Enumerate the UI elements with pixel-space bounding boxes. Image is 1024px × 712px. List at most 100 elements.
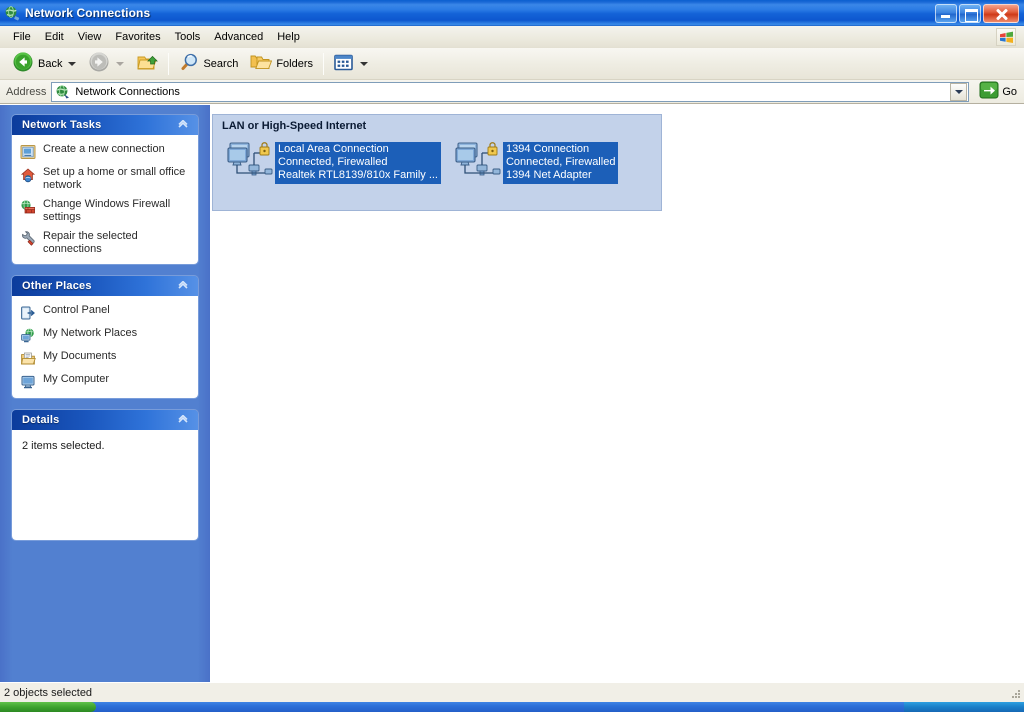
go-button[interactable]: Go [975,81,1021,103]
chevron-down-icon [116,61,125,66]
connection-status: Connected, Firewalled [505,156,616,168]
system-tray[interactable] [904,702,1024,712]
connection-item-local-area-connection[interactable]: Local Area Connection Connected, Firewal… [227,138,441,184]
file-list-view[interactable]: LAN or High-Speed Internet Local Area Co… [210,105,1024,682]
panel-other-places: Other Places Control Panel My Network Pl… [12,276,198,398]
sidebar-item-create-new-connection[interactable]: Create a new connection [20,143,192,160]
connection-label-block: Local Area Connection Connected, Firewal… [275,142,441,184]
menu-item-favorites[interactable]: Favorites [108,29,167,45]
sidebar-item-label: My Documents [43,350,117,362]
sidebar-item-my-documents[interactable]: My Documents [20,350,192,367]
resize-grip[interactable] [1008,686,1022,700]
firewall-icon [20,199,36,215]
connection-status: Connected, Firewalled [278,156,388,168]
sidebar-item-label: Change Windows Firewall settings [43,198,171,223]
menu-item-file[interactable]: File [6,29,38,45]
back-label: Back [38,57,63,70]
chevron-up-icon[interactable] [176,279,190,293]
forward-button[interactable] [82,51,130,77]
sidebar: Network Tasks Create a new connection Se… [0,105,210,682]
menu-bar: File Edit View Favorites Tools Advanced … [0,26,1024,48]
sidebar-item-my-computer[interactable]: My Computer [20,373,192,390]
panel-network-tasks: Network Tasks Create a new connection Se… [12,115,198,264]
chevron-down-icon[interactable] [68,61,77,66]
window-title: Network Connections [25,6,151,20]
network-globe-icon [4,5,20,21]
close-button[interactable] [983,3,1019,23]
home-network-icon [20,167,36,183]
address-label: Address [6,85,47,98]
panel-title: Other Places [22,280,92,292]
start-button[interactable] [0,702,96,712]
up-folder-icon [136,52,159,75]
sidebar-item-label: Create a new connection [43,143,165,155]
back-arrow-icon [12,51,34,76]
connection-name: Local Area Connection [278,143,389,155]
sidebar-item-repair-connections[interactable]: Repair the selected connections [20,230,192,256]
connection-group-lan: LAN or High-Speed Internet Local Area Co… [212,114,662,211]
network-connection-icon [455,139,501,183]
chevron-up-icon[interactable] [176,118,190,132]
my-documents-icon [20,351,36,367]
folders-button[interactable]: Folders [244,51,319,77]
status-text: 2 objects selected [4,686,93,699]
panel-title: Details [22,414,60,426]
back-button[interactable]: Back [6,51,82,77]
details-text: 2 items selected. [22,440,105,452]
menu-item-tools[interactable]: Tools [168,29,208,45]
panel-details-header[interactable]: Details [12,410,198,430]
panel-network-tasks-header[interactable]: Network Tasks [12,115,198,135]
up-button[interactable] [130,51,164,77]
connection-device: 1394 Net Adapter [505,169,592,181]
connection-name: 1394 Connection [505,143,590,155]
control-panel-icon [20,305,36,321]
panel-details-body: 2 items selected. [12,430,198,540]
connection-items: Local Area Connection Connected, Firewal… [213,138,661,210]
menu-item-edit[interactable]: Edit [38,29,71,45]
sidebar-item-control-panel[interactable]: Control Panel [20,304,192,321]
my-network-places-icon [20,328,36,344]
chevron-down-icon[interactable] [360,61,369,66]
sidebar-item-label: Repair the selected connections [43,230,138,255]
panel-title: Network Tasks [22,119,102,131]
address-bar: Address Network Connections Go [0,80,1024,104]
connection-label-block: 1394 Connection Connected, Firewalled 13… [502,142,619,184]
window-titlebar: Network Connections [0,0,1024,26]
address-value: Network Connections [75,85,180,98]
chevron-up-icon[interactable] [176,413,190,427]
menu-item-help[interactable]: Help [270,29,307,45]
toolbar: Back Search Folders [0,48,1024,80]
views-icon [334,54,354,74]
search-button[interactable]: Search [173,51,244,77]
network-connections-window: Network Connections File Edit View Favor… [0,0,1024,712]
repair-wrench-icon [20,231,36,247]
windows-flag-icon[interactable] [996,28,1016,46]
search-label: Search [203,57,239,70]
network-globe-icon [55,84,71,100]
group-title: LAN or High-Speed Internet [222,120,367,132]
views-button[interactable] [328,51,374,77]
go-arrow-icon [979,81,999,102]
address-input[interactable]: Network Connections [51,81,970,102]
address-dropdown-button[interactable] [950,82,968,101]
menu-item-view[interactable]: View [71,29,109,45]
sidebar-item-label: My Computer [43,373,110,385]
sidebar-item-label: Set up a home or small office network [43,166,186,191]
window-buttons [935,3,1019,23]
sidebar-item-my-network-places[interactable]: My Network Places [20,327,192,344]
panel-other-places-body: Control Panel My Network Places My Docum… [12,296,198,398]
folders-icon [250,52,273,75]
connection-device: Realtek RTL8139/810x Family ... [278,169,438,181]
connection-item-1394-connection[interactable]: 1394 Connection Connected, Firewalled 13… [455,138,619,184]
menu-item-advanced[interactable]: Advanced [207,29,270,45]
panel-other-places-header[interactable]: Other Places [12,276,198,296]
maximize-button[interactable] [959,3,981,23]
taskbar [0,702,1024,712]
sidebar-item-label: My Network Places [43,327,138,339]
sidebar-item-change-firewall-settings[interactable]: Change Windows Firewall settings [20,198,192,224]
new-connection-icon [20,144,36,160]
sidebar-item-setup-home-network[interactable]: Set up a home or small office network [20,166,192,192]
panel-network-tasks-body: Create a new connection Set up a home or… [12,135,198,264]
minimize-button[interactable] [935,3,957,23]
search-magnifier-icon [179,52,199,75]
